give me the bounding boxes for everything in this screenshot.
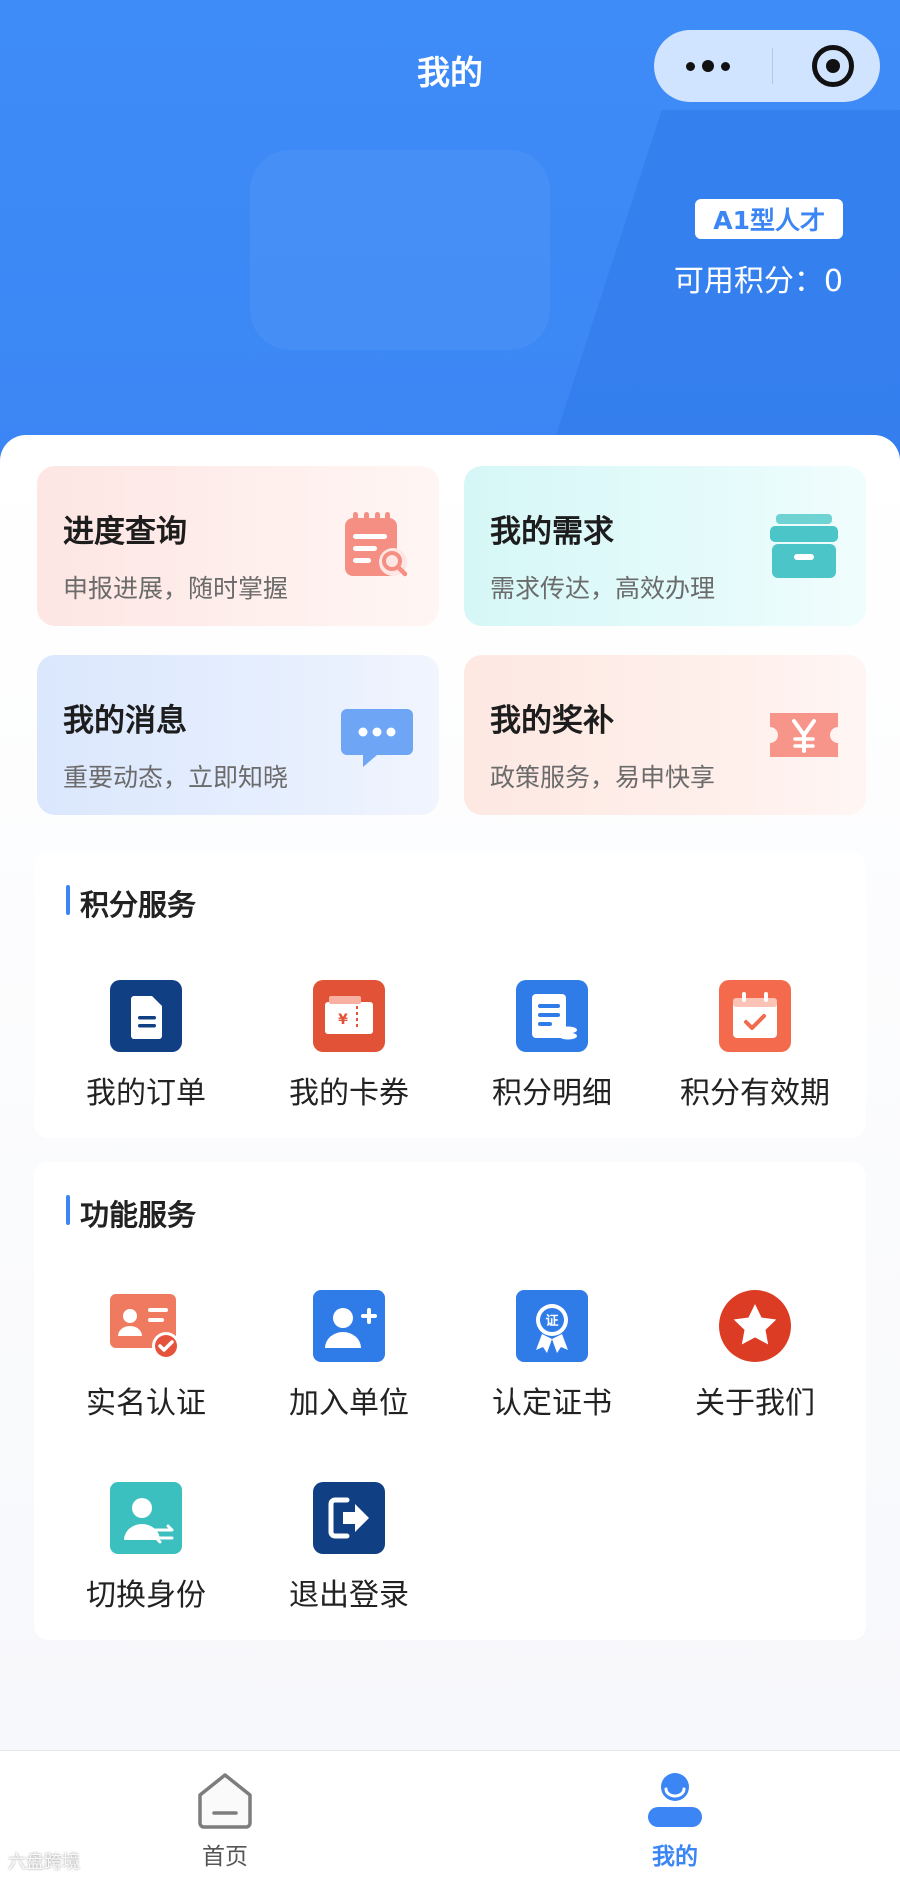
points-detail-icon [516, 980, 588, 1052]
grid-item-my-orders[interactable]: 我的订单 [46, 980, 246, 1112]
order-document-icon [110, 980, 182, 1052]
section-title: 功能服务 [66, 1192, 196, 1234]
tab-label: 我的 [652, 1844, 698, 1870]
capsule-divider [772, 48, 773, 84]
tab-mine[interactable]: 我的 [585, 1769, 765, 1871]
grid-item-certificate[interactable]: 证 认定证书 [452, 1290, 652, 1422]
grid-item-about-us[interactable]: 关于我们 [655, 1290, 855, 1422]
archive-box-icon [770, 514, 838, 578]
chat-bubble-icon [341, 709, 413, 767]
more-dots-icon[interactable] [686, 60, 730, 72]
my-needs-card[interactable]: 我的需求 需求传达，高效办理 [464, 466, 866, 626]
coupon-icon: ¥ [313, 980, 385, 1052]
grid-item-label: 我的订单 [86, 1076, 206, 1111]
grid-item-join-unit[interactable]: 加入单位 [249, 1290, 449, 1422]
progress-query-card[interactable]: 进度查询 申报进展，随时掌握 [37, 466, 439, 626]
svg-text:证: 证 [545, 1314, 558, 1329]
grid-item-label: 加入单位 [289, 1386, 409, 1421]
grid-item-label: 切换身份 [86, 1578, 206, 1613]
my-awards-card[interactable]: 我的奖补 政策服务，易申快享 [464, 655, 866, 815]
profile-header: 我的 A1型人才 可用积分：0 [0, 0, 900, 470]
grid-item-label: 退出登录 [289, 1578, 409, 1613]
grid-item-label: 积分有效期 [680, 1076, 830, 1111]
grid-item-label: 我的卡券 [289, 1076, 409, 1111]
svg-text:¥: ¥ [338, 1012, 348, 1028]
available-points: 可用积分：0 [673, 264, 843, 299]
mini-program-capsule [654, 30, 880, 102]
function-service-section: 功能服务 实名认证 加入单位 证 认定证书 关于我们 切换身份 退出登录 [34, 1162, 866, 1640]
grid-item-label: 关于我们 [695, 1386, 815, 1421]
bottom-tab-bar: 首页 我的 [0, 1750, 900, 1879]
header-decoration-faint [250, 150, 550, 350]
points-service-section: 积分服务 我的订单 ¥ 我的卡券 积分明细 积分有效期 [34, 852, 866, 1138]
grid-item-logout[interactable]: 退出登录 [249, 1482, 449, 1614]
close-target-icon[interactable] [812, 45, 854, 87]
add-user-icon [313, 1290, 385, 1362]
grid-item-points-detail[interactable]: 积分明细 [452, 980, 652, 1112]
grid-item-my-coupons[interactable]: ¥ 我的卡券 [249, 980, 449, 1112]
grid-item-points-validity[interactable]: 积分有效期 [655, 980, 855, 1112]
logout-icon [313, 1482, 385, 1554]
section-title: 积分服务 [66, 882, 196, 924]
grid-item-label: 认定证书 [492, 1386, 612, 1421]
tab-home[interactable]: 首页 [135, 1769, 315, 1871]
grid-item-switch-identity[interactable]: 切换身份 [46, 1482, 246, 1614]
grid-item-real-name-auth[interactable]: 实名认证 [46, 1290, 246, 1422]
yuan-ticket-icon [770, 713, 838, 757]
watermark: 六盘跨境 [8, 1852, 80, 1873]
user-profile-icon [648, 1773, 702, 1827]
grid-item-label: 积分明细 [492, 1076, 612, 1111]
calendar-search-icon [345, 512, 408, 577]
id-verify-icon [110, 1294, 180, 1360]
grid-item-label: 实名认证 [86, 1386, 206, 1421]
talent-type-badge: A1型人才 [695, 199, 843, 239]
switch-identity-icon [110, 1482, 182, 1554]
star-icon [719, 1290, 791, 1362]
calendar-check-icon [719, 980, 791, 1052]
tab-label: 首页 [202, 1844, 248, 1870]
certificate-icon: 证 [516, 1290, 588, 1362]
home-icon [198, 1773, 252, 1829]
my-messages-card[interactable]: 我的消息 重要动态，立即知晓 [37, 655, 439, 815]
